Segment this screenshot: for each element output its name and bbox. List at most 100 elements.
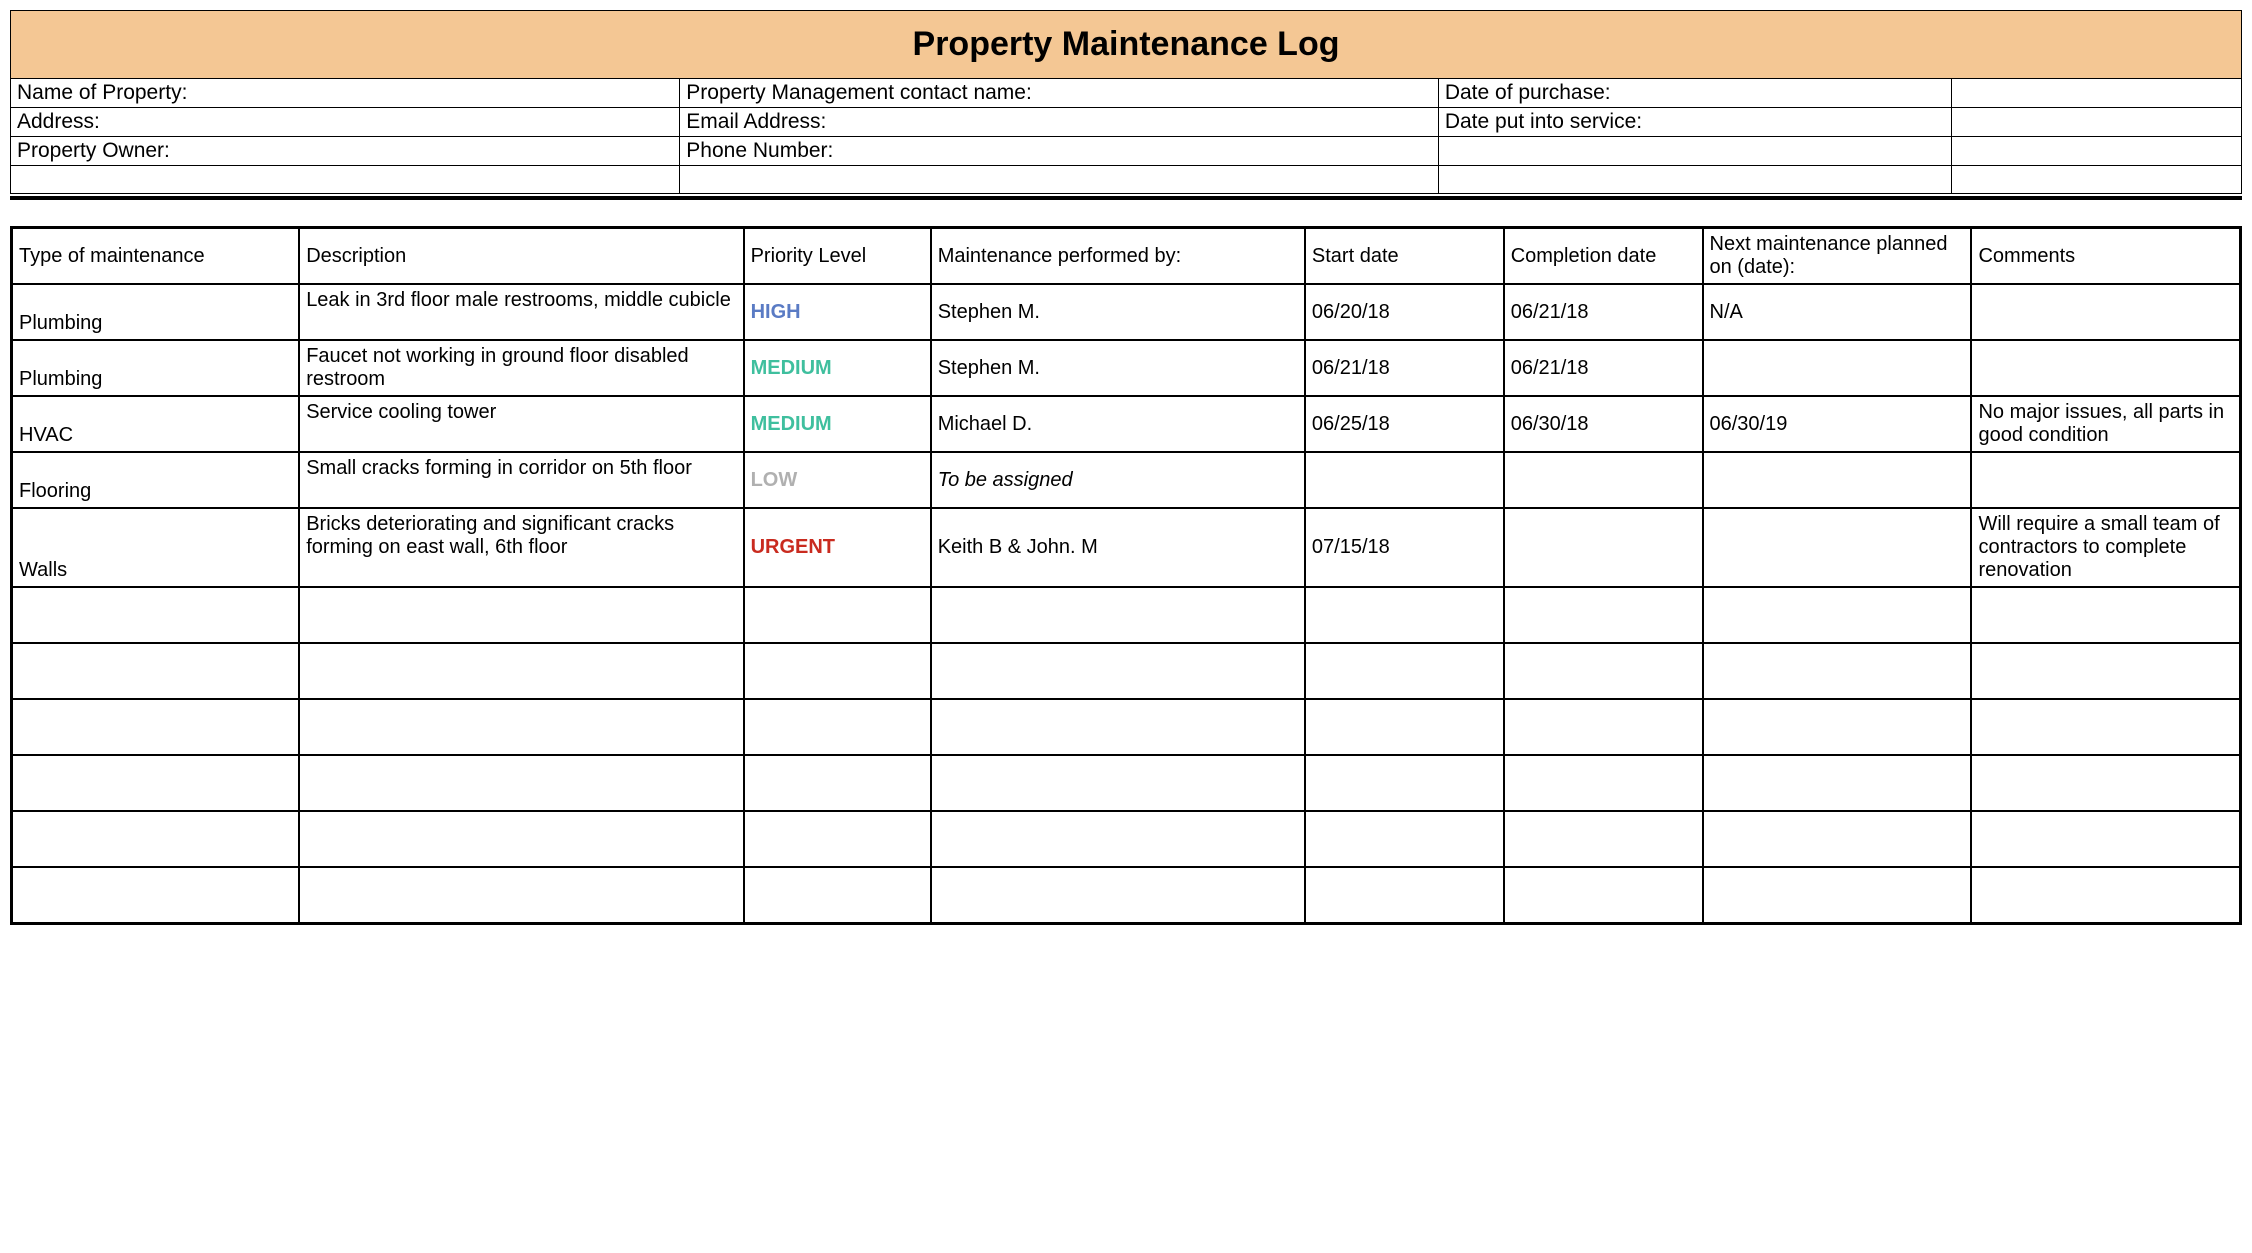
- cell-completion-date: [1504, 587, 1703, 643]
- cell-type: [12, 867, 300, 923]
- cell-start-date: [1305, 867, 1504, 923]
- cell-performed-by: To be assigned: [931, 452, 1305, 508]
- info-row: [11, 166, 2242, 194]
- table-row: [12, 643, 2241, 699]
- cell-start-date: [1305, 587, 1504, 643]
- table-row: WallsBricks deteriorating and significan…: [12, 508, 2241, 587]
- cell-performed-by: Keith B & John. M: [931, 508, 1305, 587]
- cell-description: Small cracks forming in corridor on 5th …: [299, 452, 743, 508]
- cell-comments: No major issues, all parts in good condi…: [1971, 396, 2240, 452]
- col-header-performed-by: Maintenance performed by:: [931, 228, 1305, 285]
- cell-next-maintenance: [1703, 643, 1972, 699]
- cell-performed-by: [931, 867, 1305, 923]
- cell-start-date: [1305, 755, 1504, 811]
- page-title: Property Maintenance Log: [10, 10, 2242, 78]
- info-label: Property Management contact name:: [680, 79, 1439, 108]
- cell-description: [299, 587, 743, 643]
- cell-type: [12, 755, 300, 811]
- cell-priority: [744, 643, 931, 699]
- cell-comments: [1971, 340, 2240, 396]
- cell-start-date: [1305, 699, 1504, 755]
- cell-next-maintenance: [1703, 755, 1972, 811]
- divider: [10, 196, 2242, 200]
- info-value: [1951, 79, 2241, 108]
- table-row: [12, 867, 2241, 923]
- info-value: [1951, 137, 2241, 166]
- col-header-type: Type of maintenance: [12, 228, 300, 285]
- cell-next-maintenance: [1703, 452, 1972, 508]
- table-row: [12, 755, 2241, 811]
- cell-priority: [744, 587, 931, 643]
- cell-completion-date: [1504, 811, 1703, 867]
- table-row: [12, 811, 2241, 867]
- cell-completion-date: [1504, 508, 1703, 587]
- cell-performed-by: [931, 587, 1305, 643]
- table-row: [12, 699, 2241, 755]
- col-header-priority: Priority Level: [744, 228, 931, 285]
- cell-performed-by: [931, 755, 1305, 811]
- info-label: Phone Number:: [680, 137, 1439, 166]
- cell-priority: HIGH: [744, 284, 931, 340]
- cell-type: Walls: [12, 508, 300, 587]
- cell-description: Leak in 3rd floor male restrooms, middle…: [299, 284, 743, 340]
- cell-type: [12, 587, 300, 643]
- cell-start-date: [1305, 452, 1504, 508]
- cell-completion-date: [1504, 867, 1703, 923]
- table-row: HVACService cooling towerMEDIUMMichael D…: [12, 396, 2241, 452]
- cell-next-maintenance: [1703, 587, 1972, 643]
- maintenance-log-table: Type of maintenance Description Priority…: [10, 226, 2242, 925]
- table-row: FlooringSmall cracks forming in corridor…: [12, 452, 2241, 508]
- cell-type: [12, 643, 300, 699]
- cell-next-maintenance: 06/30/19: [1703, 396, 1972, 452]
- cell-type: Plumbing: [12, 284, 300, 340]
- cell-comments: Will require a small team of contractors…: [1971, 508, 2240, 587]
- cell-priority: MEDIUM: [744, 396, 931, 452]
- cell-priority: [744, 811, 931, 867]
- cell-start-date: 06/21/18: [1305, 340, 1504, 396]
- col-header-next-maintenance: Next maintenance planned on (date):: [1703, 228, 1972, 285]
- info-label: Address:: [11, 108, 680, 137]
- cell-priority: [744, 755, 931, 811]
- cell-completion-date: [1504, 755, 1703, 811]
- info-value: [1438, 137, 1951, 166]
- info-value: [1951, 108, 2241, 137]
- cell-performed-by: Stephen M.: [931, 340, 1305, 396]
- cell-priority: MEDIUM: [744, 340, 931, 396]
- cell-performed-by: Stephen M.: [931, 284, 1305, 340]
- cell-completion-date: [1504, 452, 1703, 508]
- cell-description: Service cooling tower: [299, 396, 743, 452]
- info-row: Property Owner: Phone Number:: [11, 137, 2242, 166]
- cell-performed-by: [931, 811, 1305, 867]
- info-value: [11, 166, 680, 194]
- cell-comments: [1971, 699, 2240, 755]
- cell-type: Plumbing: [12, 340, 300, 396]
- info-row: Name of Property: Property Management co…: [11, 79, 2242, 108]
- cell-type: HVAC: [12, 396, 300, 452]
- cell-comments: [1971, 755, 2240, 811]
- cell-type: [12, 811, 300, 867]
- cell-priority: URGENT: [744, 508, 931, 587]
- cell-comments: [1971, 587, 2240, 643]
- info-label: Date put into service:: [1438, 108, 1951, 137]
- cell-performed-by: [931, 699, 1305, 755]
- info-label: Date of purchase:: [1438, 79, 1951, 108]
- cell-start-date: 06/20/18: [1305, 284, 1504, 340]
- cell-description: Faucet not working in ground floor disab…: [299, 340, 743, 396]
- cell-start-date: [1305, 811, 1504, 867]
- cell-completion-date: 06/30/18: [1504, 396, 1703, 452]
- cell-description: [299, 867, 743, 923]
- info-label: Property Owner:: [11, 137, 680, 166]
- cell-description: [299, 755, 743, 811]
- cell-next-maintenance: [1703, 867, 1972, 923]
- cell-description: [299, 643, 743, 699]
- cell-comments: [1971, 643, 2240, 699]
- cell-completion-date: 06/21/18: [1504, 284, 1703, 340]
- col-header-completion-date: Completion date: [1504, 228, 1703, 285]
- table-row: [12, 587, 2241, 643]
- cell-description: [299, 811, 743, 867]
- cell-next-maintenance: [1703, 340, 1972, 396]
- cell-comments: [1971, 284, 2240, 340]
- cell-priority: LOW: [744, 452, 931, 508]
- cell-description: [299, 699, 743, 755]
- col-header-start-date: Start date: [1305, 228, 1504, 285]
